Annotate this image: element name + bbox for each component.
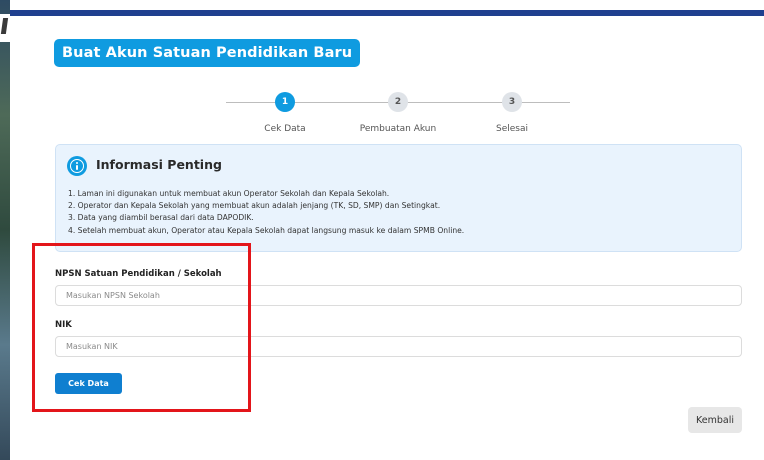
info-list: 1. Laman ini digunakan untuk membuat aku… — [68, 188, 464, 237]
step-2-label: Pembuatan Akun — [359, 124, 437, 134]
nik-label: NIK — [55, 320, 72, 330]
cek-data-button[interactable]: Cek Data — [55, 373, 122, 394]
npsn-input[interactable] — [55, 285, 742, 306]
step-2-indicator: 2 — [388, 92, 408, 112]
info-item: 4. Setelah membuat akun, Operator atau K… — [68, 225, 465, 235]
background-strip — [0, 0, 10, 460]
info-title: Informasi Penting — [96, 157, 222, 172]
step-3-label: Selesai — [496, 124, 528, 134]
step-1-indicator: 1 — [275, 92, 295, 112]
step-3-indicator: 3 — [502, 92, 522, 112]
top-header-bar — [10, 10, 764, 16]
window-edge-mark — [0, 14, 12, 42]
info-item: 1. Laman ini digunakan untuk membuat aku… — [68, 189, 390, 198]
info-item: 3. Data yang diambil berasal dari data D… — [68, 213, 254, 223]
info-item: 2. Operator dan Kepala Sekolah yang memb… — [68, 201, 441, 211]
kembali-button[interactable]: Kembali — [688, 407, 742, 433]
page-title: Buat Akun Satuan Pendidikan Baru — [54, 39, 361, 67]
info-icon — [67, 156, 87, 176]
info-panel: Informasi Penting 1. Laman ini digunakan… — [55, 144, 742, 252]
npsn-label: NPSN Satuan Pendidikan / Sekolah — [55, 269, 222, 279]
nik-input[interactable] — [55, 336, 742, 357]
step-1-label: Cek Data — [264, 124, 306, 134]
